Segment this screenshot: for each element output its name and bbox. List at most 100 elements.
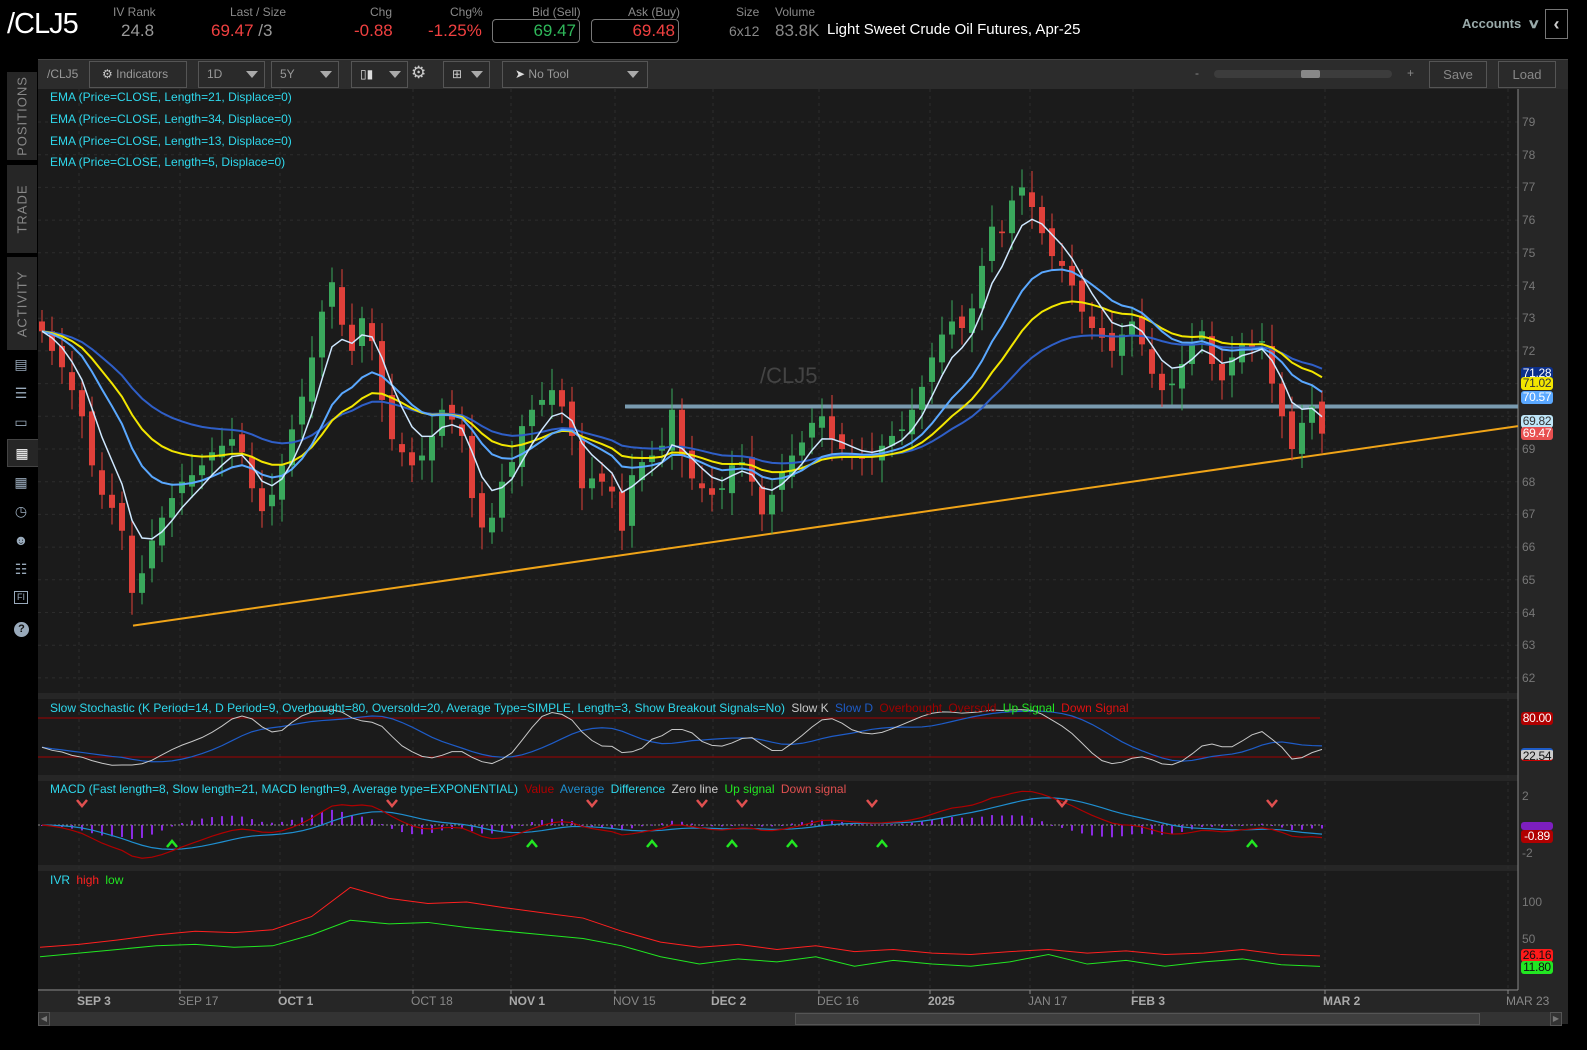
- macd-histogram-bar: [641, 825, 643, 827]
- date-axis-label: DEC 16: [817, 994, 860, 1008]
- price-axis-label: 74: [1522, 278, 1536, 293]
- ivr-low-line: [39, 919, 1321, 967]
- study-label-ema13[interactable]: EMA (Price=CLOSE, Length=13, Displace=0): [50, 134, 292, 148]
- down-signal-arrow-icon: [866, 799, 878, 808]
- up-signal-arrow-icon: [876, 839, 888, 848]
- macd-histogram-bar: [971, 817, 973, 825]
- scroll-left-arrow-icon[interactable]: ◀: [38, 1012, 50, 1026]
- up-signal-arrow-icon: [726, 839, 738, 848]
- candle-up: [269, 494, 275, 507]
- candle-down: [1319, 401, 1325, 434]
- macd-histogram-bar: [171, 825, 173, 827]
- macd-histogram-bar: [1281, 825, 1283, 828]
- price-axis-label: 78: [1522, 147, 1536, 162]
- stochastic-legend-item: Down Signal: [1057, 701, 1129, 715]
- candle-down: [389, 395, 395, 440]
- stochastic-title[interactable]: Slow Stochastic (K Period=14, D Period=9…: [50, 701, 785, 715]
- scrollbar-thumb[interactable]: [795, 1013, 1480, 1025]
- macd-histogram-bar: [351, 815, 353, 825]
- macd-histogram-bar: [541, 820, 543, 825]
- candle-up: [819, 416, 825, 428]
- macd-histogram-bar: [191, 820, 193, 825]
- scroll-right-arrow-icon[interactable]: ▶: [1550, 1012, 1562, 1026]
- macd-histogram-bar: [151, 825, 153, 835]
- ivr-low-tag: 11.80: [1521, 961, 1553, 974]
- candle-down: [699, 483, 705, 489]
- macd-histogram-bar: [111, 825, 113, 837]
- macd-histogram-bar: [421, 825, 423, 835]
- study-label-ema21[interactable]: EMA (Price=CLOSE, Length=21, Displace=0): [50, 90, 292, 104]
- macd-histogram-bar: [921, 821, 923, 825]
- study-label-ema5[interactable]: EMA (Price=CLOSE, Length=5, Displace=0): [50, 155, 285, 169]
- candle-down: [249, 457, 255, 489]
- candle-up: [1129, 321, 1135, 335]
- candle-up: [809, 422, 815, 438]
- price-axis-label: 77: [1522, 180, 1536, 195]
- stochastic-legend-item: Slow D: [831, 701, 874, 715]
- macd-histogram-bar: [1111, 825, 1113, 838]
- overbought-tag: 80.00: [1521, 711, 1553, 725]
- candle-down: [1289, 411, 1295, 449]
- candle-up: [979, 265, 985, 309]
- macd-legend-item: Zero line: [668, 782, 719, 796]
- macd-histogram-bar: [281, 821, 283, 825]
- macd-histogram-bar: [371, 819, 373, 825]
- macd-histogram-bar: [751, 824, 753, 826]
- date-axis-label: MAR 2: [1323, 994, 1361, 1008]
- macd-value-tag: -0.89: [1521, 830, 1553, 843]
- price-axis-label: 76: [1522, 213, 1536, 228]
- macd-histogram-bar: [551, 818, 553, 825]
- date-axis-label: SEP 3: [77, 994, 111, 1008]
- macd-histogram-bar: [661, 823, 663, 825]
- macd-legend-item: Value: [521, 782, 555, 796]
- study-label-ema34[interactable]: EMA (Price=CLOSE, Length=34, Displace=0): [50, 112, 292, 126]
- candle-down: [1149, 349, 1155, 374]
- macd-title[interactable]: MACD (Fast length=8, Slow length=21, MAC…: [50, 782, 518, 796]
- candle-down: [89, 411, 95, 466]
- macd-histogram-bar: [1041, 821, 1043, 825]
- macd-histogram-bar: [881, 824, 883, 826]
- date-axis-label: MAR 23: [1506, 994, 1550, 1008]
- candle-up: [139, 573, 145, 593]
- price-axis-label: 62: [1522, 670, 1536, 685]
- macd-histogram-bar: [1131, 825, 1133, 835]
- macd-histogram-bar: [511, 825, 513, 829]
- candle-down: [609, 486, 615, 492]
- candle-up: [989, 226, 995, 261]
- candle-up: [1299, 422, 1305, 454]
- horizontal-scrollbar[interactable]: ◀ ▶: [38, 1012, 1562, 1026]
- candle-down: [1079, 280, 1085, 312]
- ivr-title[interactable]: IVR: [50, 873, 70, 887]
- macd-histogram-bar: [251, 819, 253, 825]
- price-axis-label: 69: [1522, 442, 1536, 456]
- date-axis-label: NOV 1: [509, 994, 546, 1008]
- macd-histogram-bar: [671, 820, 673, 825]
- macd-histogram-bar: [1311, 825, 1313, 829]
- candle-up: [329, 282, 335, 307]
- stochastic-legend: Slow Stochastic (K Period=14, D Period=9…: [50, 701, 1129, 715]
- date-axis-label: FEB 3: [1131, 994, 1166, 1008]
- price-axis-label: 73: [1522, 311, 1536, 326]
- ivr-high-line: [39, 886, 1321, 957]
- candle-up: [319, 311, 325, 358]
- ivr-legend-item: low: [102, 873, 124, 887]
- macd-histogram-bar: [291, 819, 293, 825]
- candle-down: [599, 473, 605, 482]
- stochastic-legend-item: Slow K: [788, 701, 829, 715]
- macd-histogram-bar: [241, 816, 243, 825]
- ema13-price-tag: 70.57: [1521, 390, 1553, 404]
- macd-histogram-bar: [871, 824, 873, 826]
- macd-histogram-bar: [1061, 825, 1063, 828]
- macd-histogram-bar: [651, 824, 653, 826]
- price-axis-label: 63: [1522, 638, 1536, 653]
- down-signal-arrow-icon: [696, 799, 708, 808]
- ivr-legend-item: high: [73, 873, 100, 887]
- macd-histogram-bar: [861, 824, 863, 826]
- macd-histogram-bar: [1031, 817, 1033, 825]
- candle-up: [539, 399, 545, 405]
- macd-legend-item: Difference: [607, 782, 666, 796]
- down-signal-arrow-icon: [386, 799, 398, 808]
- candle-down: [619, 491, 625, 531]
- candle-up: [309, 357, 315, 402]
- candle-down: [1029, 192, 1035, 208]
